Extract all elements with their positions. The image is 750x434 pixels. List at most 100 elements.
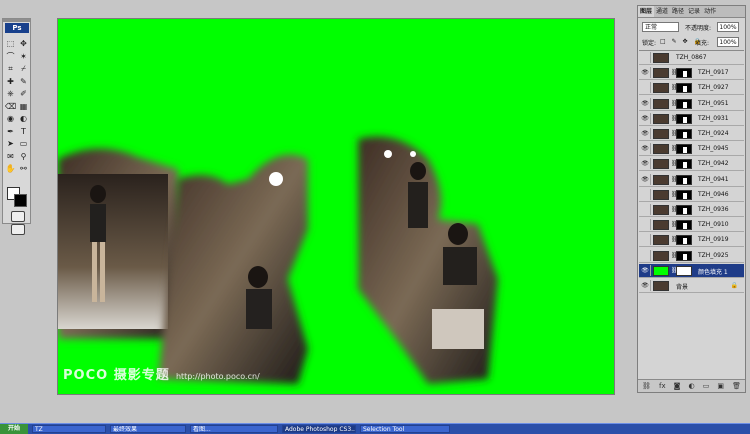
lasso-tool-icon[interactable]: ⌒	[5, 51, 16, 62]
layer-thumbnail[interactable]	[653, 265, 669, 276]
background-color-swatch[interactable]	[14, 194, 27, 207]
path-selection-tool-icon[interactable]: ➤	[5, 138, 16, 149]
visibility-eye-icon[interactable]: 👁	[640, 264, 651, 276]
visibility-eye-icon[interactable]	[640, 52, 651, 63]
layer-thumbnail[interactable]	[653, 113, 669, 124]
layer-row[interactable]: ⛓ TZH_0946	[639, 187, 744, 202]
pen-tool-icon[interactable]: ✒	[5, 126, 16, 137]
layer-row[interactable]: 👁 ⛓ 颜色填充 1	[639, 263, 744, 278]
clone-stamp-tool-icon[interactable]: ⎈	[5, 88, 16, 99]
history-brush-tool-icon[interactable]: ✐	[18, 88, 29, 99]
group-icon[interactable]: ▭	[703, 382, 710, 390]
taskbar-item[interactable]: Adobe Photoshop CS3...	[282, 425, 356, 433]
layer-row[interactable]: 👁 ⛓ TZH_0951	[639, 96, 744, 111]
brush-tool-icon[interactable]: ✎	[18, 76, 29, 87]
tab-1[interactable]: 通道	[654, 6, 670, 17]
adjustment-icon[interactable]: ◐	[689, 382, 695, 390]
move-tool-icon[interactable]: ✥	[18, 38, 29, 49]
layer-mask-thumbnail[interactable]	[676, 129, 692, 139]
quick-mask-icon[interactable]	[11, 211, 25, 222]
visibility-eye-icon[interactable]	[640, 204, 651, 215]
layer-row[interactable]: ⛓ TZH_0925	[639, 248, 744, 263]
layer-row[interactable]: ⛓ TZH_0936	[639, 203, 744, 217]
eyedropper-tool-icon[interactable]: ⚲	[18, 151, 29, 162]
layer-row[interactable]: 👁 ⛓ TZH_0945	[639, 142, 744, 157]
layer-thumbnail[interactable]	[653, 68, 669, 79]
layer-mask-thumbnail[interactable]	[676, 265, 692, 276]
layer-mask-thumbnail[interactable]	[676, 250, 692, 261]
type-tool-icon[interactable]: T	[18, 126, 29, 137]
tab-3[interactable]: 记录	[686, 6, 702, 17]
visibility-eye-icon[interactable]: 👁	[640, 97, 651, 109]
blur-tool-icon[interactable]: ◉	[5, 113, 16, 124]
visibility-eye-icon[interactable]: 👁	[640, 280, 651, 291]
dodge-tool-icon[interactable]: ◐	[18, 113, 29, 124]
layer-mask-thumbnail[interactable]	[676, 144, 692, 155]
layer-mask-thumbnail[interactable]	[676, 68, 692, 79]
layer-mask-thumbnail[interactable]	[676, 159, 692, 170]
layer-row[interactable]: 👁 ⛓ TZH_0941	[639, 172, 744, 187]
layer-thumbnail[interactable]	[653, 98, 669, 109]
layer-row[interactable]: 👁 ⛓ TZH_0917	[639, 66, 744, 81]
layer-mask-thumbnail[interactable]	[676, 98, 692, 109]
taskbar-item[interactable]: 看图...	[190, 425, 278, 433]
layer-mask-thumbnail[interactable]	[676, 83, 692, 94]
visibility-eye-icon[interactable]: 👁	[640, 158, 651, 170]
layer-row[interactable]: ⛓ TZH_0927	[639, 81, 744, 96]
layer-row[interactable]: 👁 背景 🔒	[639, 279, 744, 293]
visibility-eye-icon[interactable]	[640, 219, 651, 231]
taskbar-item[interactable]: Selection Tool	[360, 425, 450, 433]
visibility-eye-icon[interactable]: 👁	[640, 143, 651, 155]
blend-mode-select[interactable]: 正常	[642, 22, 679, 32]
mask-icon[interactable]: ◙	[674, 382, 681, 390]
layer-thumbnail[interactable]	[653, 189, 669, 200]
visibility-eye-icon[interactable]	[640, 188, 651, 200]
notes-tool-icon[interactable]: ✉	[5, 151, 16, 162]
hand-tool-icon[interactable]: ✋	[5, 163, 16, 174]
tab-2[interactable]: 路径	[670, 6, 686, 17]
crop-tool-icon[interactable]: ⌗	[5, 63, 16, 74]
tab-0[interactable]: 图层	[638, 6, 655, 17]
zoom-tool-icon[interactable]: ⚯	[18, 163, 29, 174]
layer-mask-thumbnail[interactable]	[676, 113, 692, 124]
visibility-eye-icon[interactable]	[640, 82, 651, 94]
visibility-eye-icon[interactable]: 👁	[640, 173, 651, 185]
fx-icon[interactable]: fx	[659, 382, 666, 390]
layer-thumbnail[interactable]	[653, 83, 669, 94]
taskbar-item[interactable]: 最终效果	[110, 425, 186, 433]
layer-row[interactable]: 👁 ⛓ TZH_0924	[639, 127, 744, 141]
visibility-eye-icon[interactable]: 👁	[640, 128, 651, 139]
trash-icon[interactable]: 🗑	[732, 382, 741, 390]
fill-input[interactable]: 100%	[717, 37, 739, 47]
layer-thumbnail[interactable]	[653, 220, 669, 231]
visibility-eye-icon[interactable]: 👁	[640, 67, 651, 79]
layer-mask-thumbnail[interactable]	[676, 205, 692, 215]
layer-mask-thumbnail[interactable]	[676, 189, 692, 200]
visibility-eye-icon[interactable]: 👁	[640, 112, 651, 124]
layer-row[interactable]: TZH_0867	[639, 51, 744, 65]
layer-row[interactable]: ⛓ TZH_0910	[639, 218, 744, 233]
layer-thumbnail[interactable]	[653, 174, 669, 185]
layer-thumbnail[interactable]	[653, 53, 669, 63]
tab-4[interactable]: 动作	[702, 6, 718, 17]
new-layer-icon[interactable]: ▣	[717, 382, 724, 390]
layer-thumbnail[interactable]	[653, 250, 669, 261]
layer-mask-thumbnail[interactable]	[676, 235, 692, 246]
magic-wand-tool-icon[interactable]: ✶	[18, 51, 29, 62]
layer-thumbnail[interactable]	[653, 129, 669, 139]
layer-row[interactable]: 👁 ⛓ TZH_0931	[639, 111, 744, 126]
taskbar-item[interactable]: TZ	[32, 425, 106, 433]
layer-thumbnail[interactable]	[653, 159, 669, 170]
layer-mask-thumbnail[interactable]	[676, 174, 692, 185]
link-icon[interactable]: ⛓	[642, 382, 651, 390]
layer-thumbnail[interactable]	[653, 235, 669, 246]
gradient-tool-icon[interactable]: ▦	[18, 101, 29, 112]
eraser-tool-icon[interactable]: ⌫	[5, 101, 16, 112]
layer-mask-thumbnail[interactable]	[676, 220, 692, 231]
shape-tool-icon[interactable]: ▭	[18, 138, 29, 149]
screen-mode-icon[interactable]	[11, 224, 25, 235]
tools-panel-grip[interactable]	[3, 19, 30, 22]
healing-brush-tool-icon[interactable]: ✚	[5, 76, 16, 87]
layer-thumbnail[interactable]	[653, 144, 669, 155]
visibility-eye-icon[interactable]	[640, 249, 651, 261]
